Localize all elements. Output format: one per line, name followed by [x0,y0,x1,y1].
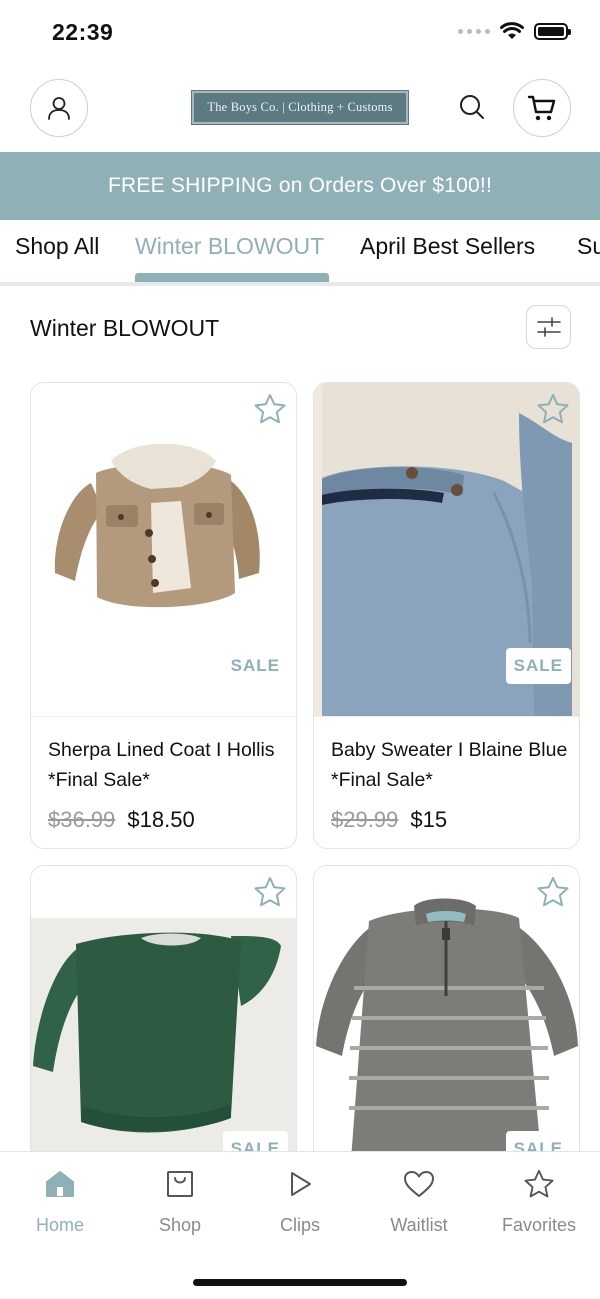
favorite-button[interactable] [252,874,288,910]
header: The Boys Co. | Clothing + Customs [0,64,600,152]
filter-button[interactable] [526,305,571,349]
sliders-icon [536,317,561,337]
nav-waitlist[interactable]: Waitlist [369,1167,469,1236]
promo-banner-text: FREE SHIPPING on Orders Over $100!! [108,174,492,197]
price-row: $29.99 $15 [331,807,447,833]
nav-label: Favorites [501,1215,577,1235]
promo-banner[interactable]: FREE SHIPPING on Orders Over $100!! [0,152,600,220]
sale-badge: SALE [505,648,571,684]
shopping-bag-icon [163,1167,197,1201]
product-name[interactable]: Baby Sweater I Blaine Blue *Final Sale* [331,735,571,795]
product-card[interactable]: SALE [30,865,297,1165]
product-image[interactable] [314,866,579,1164]
tab-more[interactable]: Su [577,233,600,260]
nav-label: Clips [279,1215,320,1235]
account-button[interactable] [30,79,88,137]
star-icon [522,1167,556,1201]
battery-icon [534,22,571,40]
nav-label: Waitlist [390,1215,448,1235]
cart-icon [527,95,556,121]
bottom-nav: Home Shop Clips Waitlist Favorites [0,1151,600,1299]
home-icon [43,1167,77,1201]
nav-shop[interactable]: Shop [130,1167,230,1236]
price-row: $36.99 $18.50 [48,807,195,833]
home-indicator [193,1279,407,1286]
brand-logo[interactable]: The Boys Co. | Clothing + Customs [191,90,409,125]
nav-home[interactable]: Home [10,1167,110,1236]
star-icon [537,394,569,424]
nav-favorites[interactable]: Favorites [489,1167,589,1236]
status-icons [458,22,571,40]
search-button[interactable] [455,90,489,124]
favorite-button[interactable] [535,391,571,427]
signal-dots-icon [458,28,490,34]
brand-logo-text: The Boys Co. | Clothing + Customs [207,100,393,114]
product-card[interactable]: SALE Baby Sweater I Blaine Blue *Final S… [313,382,580,849]
sale-price: $18.50 [127,807,195,832]
card-divider [31,716,296,717]
status-time: 22:39 [52,19,114,45]
favorite-button[interactable] [535,874,571,910]
cart-button[interactable] [513,79,571,137]
product-card[interactable]: SALE [313,865,580,1165]
product-name[interactable]: Sherpa Lined Coat I Hollis *Final Sale* [48,735,288,795]
nav-label: Home [35,1215,84,1235]
card-divider [314,716,579,717]
account-icon [48,97,70,120]
original-price: $29.99 [331,807,399,832]
active-tab-indicator [135,273,329,282]
sale-price: $15 [410,807,448,832]
original-price: $36.99 [48,807,116,832]
wifi-icon [500,22,524,39]
favorite-button[interactable] [252,391,288,427]
tab-april-best-sellers[interactable]: April Best Sellers [360,233,535,260]
category-tabs: Shop All Winter BLOWOUT April Best Selle… [0,220,600,286]
nav-label: Shop [158,1215,202,1235]
star-icon [254,877,286,907]
product-card[interactable]: SALE Sherpa Lined Coat I Hollis *Final S… [30,382,297,849]
tab-winter-blowout[interactable]: Winter BLOWOUT [135,233,324,260]
section-title: Winter BLOWOUT [30,315,220,341]
star-icon [537,877,569,907]
heart-icon [402,1167,436,1201]
tab-shop-all[interactable]: Shop All [15,233,99,260]
product-image[interactable] [31,866,296,1164]
sale-badge: SALE [222,648,288,684]
search-icon [460,95,484,119]
status-bar: 22:39 [0,0,600,64]
nav-clips[interactable]: Clips [250,1167,350,1236]
star-icon [254,394,286,424]
play-icon [283,1167,317,1201]
